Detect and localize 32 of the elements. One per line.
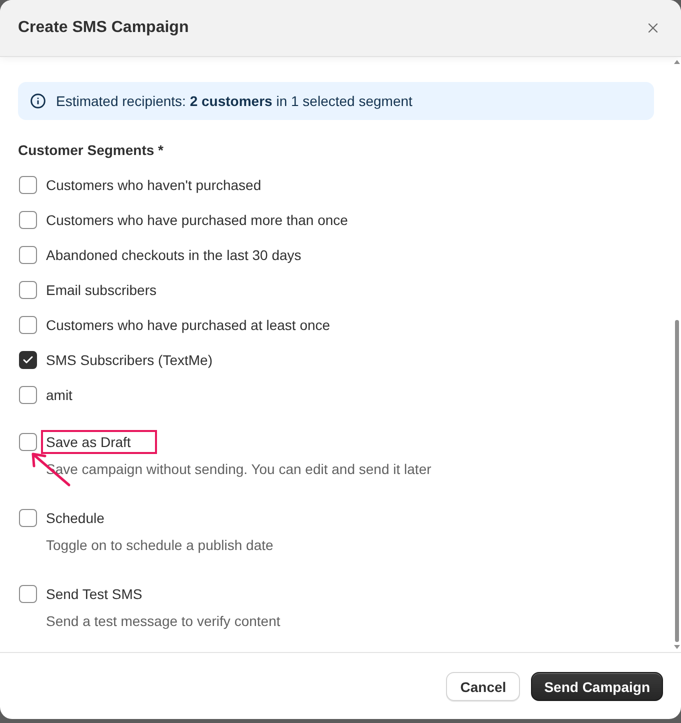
info-icon (30, 93, 46, 109)
checkbox[interactable] (19, 176, 37, 194)
scroll-up-icon[interactable] (674, 60, 680, 64)
scrollbar-thumb[interactable] (675, 320, 679, 642)
checkbox-label: Abandoned checkouts in the last 30 days (46, 246, 302, 264)
checkbox-label: Customers who have purchased at least once (46, 316, 330, 334)
send-button[interactable]: Send Campaign (531, 672, 663, 701)
checkbox[interactable] (19, 210, 37, 228)
checkbox[interactable] (19, 585, 37, 603)
option-label: Send Test SMS (46, 585, 142, 604)
section-heading: Customer Segments * (18, 141, 164, 160)
checkbox[interactable] (19, 386, 37, 404)
option-label: Schedule (46, 509, 104, 528)
banner-text: Estimated recipients: 2 customers in 1 selected segment (56, 93, 412, 109)
checkbox[interactable] (19, 246, 37, 264)
option-description: Send a test message to verify content (45, 612, 282, 631)
option-description: Toggle on to schedule a publish date (45, 536, 274, 555)
checkbox[interactable] (19, 280, 37, 298)
checkbox[interactable] (19, 433, 37, 451)
checkbox-label: amit (46, 386, 72, 404)
dialog-title: Create SMS Campaign (18, 19, 189, 37)
scroll-down-icon[interactable] (674, 645, 680, 649)
option-label: Save as Draft (46, 432, 131, 452)
checkbox-label: Customers who haven't purchased (46, 176, 262, 194)
check-icon (22, 354, 34, 366)
checkbox-label: Email subscribers (46, 280, 156, 300)
checkbox-label: Customers who have purchased more than once (46, 210, 348, 230)
checkbox[interactable] (19, 316, 37, 334)
cancel-button[interactable]: Cancel (446, 672, 520, 701)
checkbox-label: SMS Subscribers (TextMe) (46, 350, 212, 370)
checkbox[interactable] (19, 509, 37, 527)
checkbox[interactable] (19, 350, 37, 368)
